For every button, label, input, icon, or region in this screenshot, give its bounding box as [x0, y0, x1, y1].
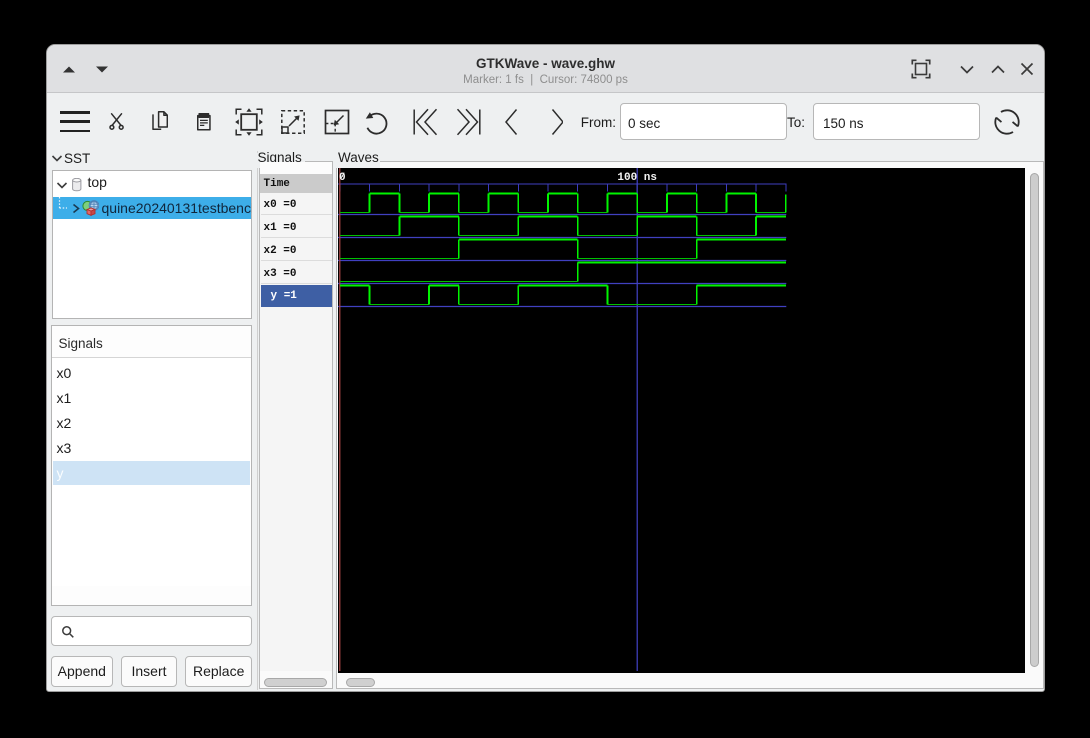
- svg-text:0: 0: [339, 172, 346, 184]
- svg-text:100 ns: 100 ns: [617, 172, 657, 184]
